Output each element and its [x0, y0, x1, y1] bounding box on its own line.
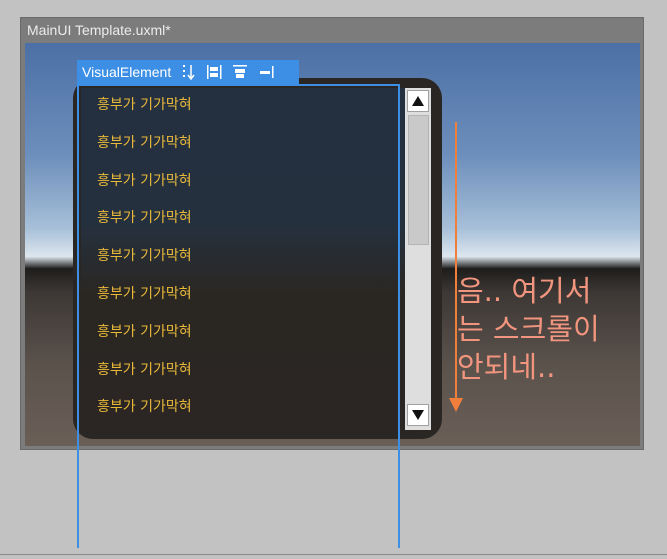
triangle-down-icon — [412, 410, 424, 420]
list-item[interactable]: 흥부가 기가막혀 — [97, 132, 192, 152]
list-item[interactable]: 흥부가 기가막혀 — [97, 245, 192, 265]
list-item[interactable]: 흥부가 기가막혀 — [97, 170, 192, 190]
align-content-icon[interactable] — [257, 63, 275, 81]
triangle-up-icon — [412, 96, 424, 106]
canvas-title: MainUI Template.uxml* — [27, 22, 171, 38]
bottom-divider — [0, 554, 667, 555]
list-item[interactable]: 흥부가 기가막혀 — [97, 321, 192, 341]
list-item[interactable]: 흥부가 기가막혀 — [97, 207, 192, 227]
flex-direction-icon[interactable] — [179, 63, 197, 81]
scroll-up-button[interactable] — [407, 90, 429, 112]
selection-outline-right — [398, 84, 400, 548]
list-item[interactable]: 흥부가 기가막혀 — [97, 359, 192, 379]
list-item[interactable]: 흥부가 기가막혀 — [97, 94, 192, 114]
selection-outline-top — [77, 84, 400, 86]
visual-element-selection-tab[interactable]: VisualElement — [77, 60, 299, 84]
scroll-thumb[interactable] — [408, 115, 429, 245]
scroll-down-button[interactable] — [407, 404, 429, 426]
vertical-scrollbar[interactable] — [405, 88, 431, 430]
align-items-icon[interactable] — [205, 63, 223, 81]
list-view[interactable]: 흥부가 기가막혀 흥부가 기가막혀 흥부가 기가막혀 흥부가 기가막혀 흥부가 … — [81, 88, 407, 430]
selection-outline-left — [77, 84, 79, 548]
list-item[interactable]: 흥부가 기가막혀 — [97, 283, 192, 303]
annotation-text: 음.. 여기서 는 스크롤이 안되네.. — [457, 274, 600, 384]
justify-content-icon[interactable] — [231, 63, 249, 81]
list-item[interactable]: 흥부가 기가막혀 — [97, 396, 192, 416]
selection-label: VisualElement — [82, 64, 172, 80]
list-panel: 흥부가 기가막혀 흥부가 기가막혀 흥부가 기가막혀 흥부가 기가막혀 흥부가 … — [73, 78, 442, 439]
